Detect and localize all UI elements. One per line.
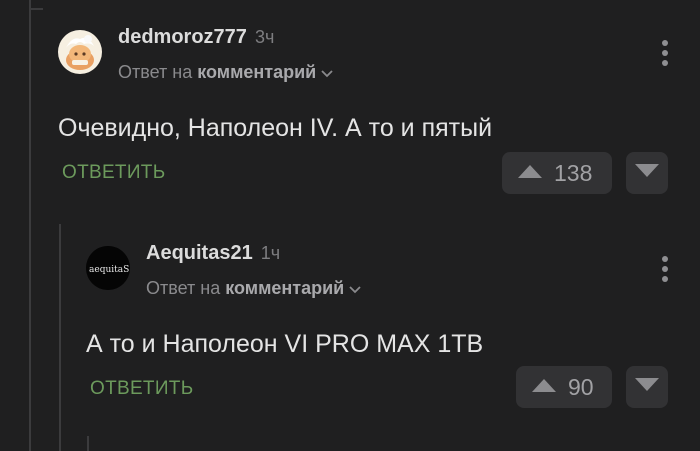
reply-to-info[interactable]: Ответ на комментарий [146,278,362,300]
timestamp: 3ч [254,27,275,47]
thread-line-nested-2 [87,436,89,451]
arrow-up-icon [532,378,556,397]
reply-button[interactable]: ОТВЕТИТЬ [90,378,193,400]
username[interactable]: dedmoroz777 3ч [118,26,274,49]
more-vertical-icon[interactable] [662,256,668,282]
rating-count: 90 [568,373,594,400]
arrow-down-icon [635,163,659,183]
avatar-text: aequitaS [89,265,129,275]
username-text[interactable]: Aequitas21 [146,242,253,264]
reply-to-link[interactable]: комментарий [225,278,344,298]
reply-to-prefix: Ответ на [118,62,193,82]
username[interactable]: Aequitas21 1ч [146,242,280,265]
upvote-button[interactable]: 90 [516,366,612,408]
reply-to-link[interactable]: комментарий [197,62,316,82]
arrow-up-icon [518,164,542,183]
reply-button[interactable]: ОТВЕТИТЬ [62,162,165,184]
avatar[interactable] [58,30,102,74]
chevron-down-icon[interactable] [320,63,334,84]
chevron-down-icon[interactable] [348,279,362,300]
reply-to-info[interactable]: Ответ на комментарий [118,62,334,84]
comment-text: А то и Наполеон VI PRO MAX 1TB [86,330,484,358]
avatar[interactable]: aequitaS [86,246,130,290]
arrow-down-icon [635,377,659,397]
thread-line-nested [59,224,61,451]
downvote-button[interactable] [626,152,668,194]
more-vertical-icon[interactable] [662,40,668,66]
downvote-button[interactable] [626,366,668,408]
comment-text: Очевидно, Наполеон IV. А то и пятый [58,114,493,142]
thread-line [29,0,31,451]
timestamp: 1ч [260,243,281,263]
rating-count: 138 [554,159,593,186]
username-text[interactable]: dedmoroz777 [118,26,247,48]
reply-to-prefix: Ответ на [146,278,221,298]
thread-connector [31,8,43,10]
upvote-button[interactable]: 138 [502,152,612,194]
